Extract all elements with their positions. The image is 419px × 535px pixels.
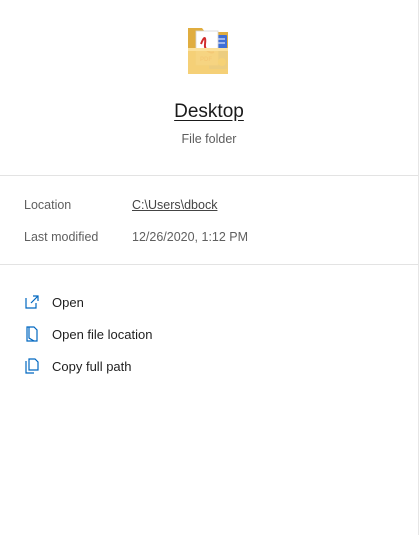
location-label: Location: [24, 198, 72, 212]
open-file-location-action[interactable]: Open file location: [0, 318, 418, 350]
file-location-icon: [24, 326, 40, 342]
item-type: File folder: [181, 132, 237, 146]
open-action-label: Open: [52, 294, 84, 310]
modified-row: Last modified 12/26/2020, 1:12 PM: [0, 230, 418, 262]
modified-value: 12/26/2020, 1:12 PM: [132, 230, 249, 244]
copy-full-path-action[interactable]: Copy full path: [0, 350, 418, 382]
details-section: Location C:\Users\dbock Last modified 12…: [0, 176, 418, 265]
copy-full-path-label: Copy full path: [52, 358, 132, 374]
item-header: PDF Desktop File folder: [0, 0, 418, 176]
actions-list: Open Open file location Copy full path: [0, 265, 418, 382]
item-title[interactable]: Desktop: [174, 101, 244, 123]
copy-path-icon: [24, 358, 40, 374]
file-details-panel: PDF Desktop File folder Location C:\User…: [0, 0, 419, 535]
open-external-icon: [24, 294, 40, 310]
modified-label: Last modified: [24, 230, 99, 244]
open-file-location-label: Open file location: [52, 326, 153, 342]
location-row: Location C:\Users\dbock: [0, 198, 418, 230]
folder-icon: PDF: [184, 22, 234, 82]
open-action[interactable]: Open: [0, 286, 418, 318]
location-link[interactable]: C:\Users\dbock: [132, 198, 217, 212]
